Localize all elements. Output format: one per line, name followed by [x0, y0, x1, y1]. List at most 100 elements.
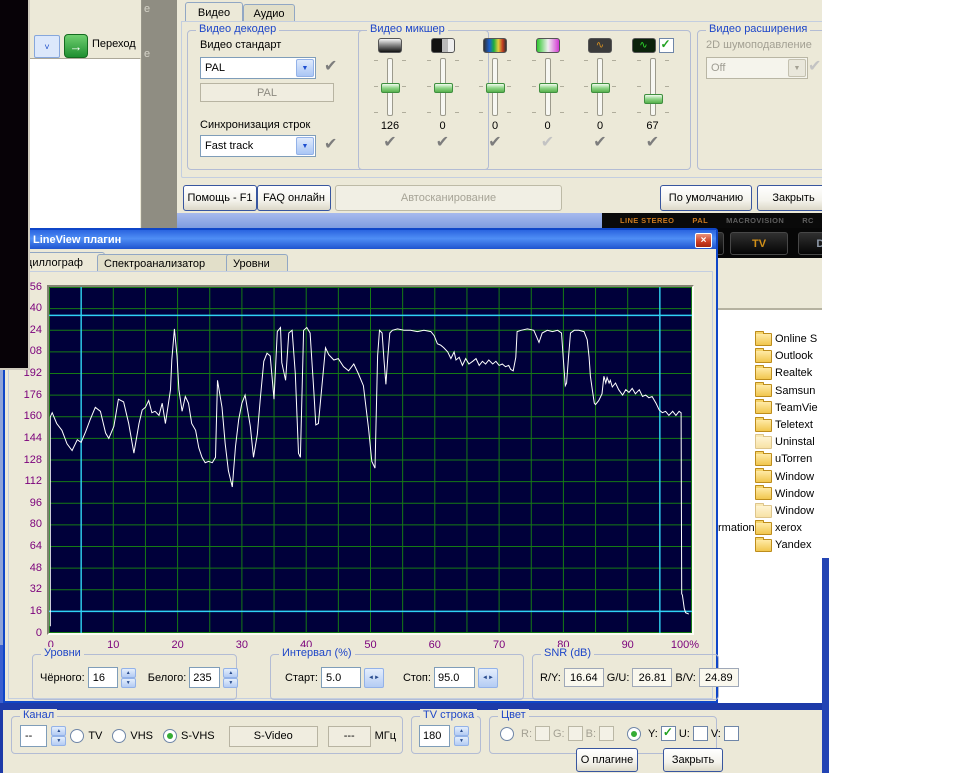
radio-vhs[interactable]: [112, 729, 126, 743]
slider-thumb[interactable]: [381, 83, 400, 93]
defaults-button[interactable]: По умолчанию: [660, 185, 752, 211]
snr-group: SNR (dB) R/Y:16.64G/U:26.81B/V:24.89: [532, 654, 719, 700]
folder-item[interactable]: Outlook: [718, 348, 822, 364]
folder-item[interactable]: rmationxerox: [718, 520, 822, 536]
white-level-field[interactable]: 235: [189, 667, 220, 688]
input-source-field: S-Video: [229, 726, 318, 747]
v-checkbox[interactable]: [724, 726, 739, 741]
noise-reduction-select[interactable]: Off ▼: [706, 57, 808, 79]
panel-close-button[interactable]: Закрыть: [663, 748, 723, 772]
radio-tv[interactable]: [70, 729, 84, 743]
folder-item[interactable]: Window: [718, 469, 822, 485]
interval-start-field[interactable]: 5.0: [321, 667, 361, 688]
slider-thumb[interactable]: [539, 83, 558, 93]
folder-item[interactable]: Teletext: [718, 417, 822, 433]
tv-line-stepper[interactable]: ▲▼: [454, 726, 469, 746]
folder-item[interactable]: Realtek: [718, 365, 822, 381]
radio-svhs[interactable]: [163, 729, 177, 743]
channel-preset-field[interactable]: --: [20, 725, 47, 747]
apply-check-icon: ✔: [324, 59, 337, 75]
mixer-slider[interactable]: [582, 56, 618, 118]
radio-rgb[interactable]: [500, 727, 514, 741]
go-button-label[interactable]: Переход: [92, 38, 136, 50]
folder-item[interactable]: uTorren: [718, 451, 822, 467]
black-level-stepper[interactable]: ▲▼: [121, 668, 136, 688]
y-checkbox[interactable]: [661, 726, 676, 741]
interval-stop-field[interactable]: 95.0: [434, 667, 475, 688]
lineview-titlebar[interactable]: LineView плагин: [5, 230, 716, 249]
video-standard-label: Видео стандарт: [200, 39, 281, 51]
mixer-slider-column: ∿67✔: [630, 31, 676, 169]
chevron-down-icon[interactable]: ˅: [34, 35, 60, 58]
interval-start-stepper[interactable]: ◄►: [364, 668, 384, 688]
slider-thumb[interactable]: [591, 83, 610, 93]
mixer-slider[interactable]: [477, 56, 513, 118]
folder-icon: [755, 453, 772, 466]
channel-preset-stepper[interactable]: ▲▼: [51, 726, 66, 746]
close-icon[interactable]: ×: [695, 233, 712, 248]
tab-audio-label: Аудио: [253, 8, 284, 20]
tab-levels-label: Уровни: [233, 258, 270, 270]
black-level-field[interactable]: 16: [88, 667, 118, 688]
folder-item[interactable]: Yandex: [718, 537, 822, 553]
tab-video[interactable]: Видео: [185, 2, 243, 22]
folder-icon: [755, 384, 772, 397]
r-checkbox: [535, 726, 550, 741]
tab-levels[interactable]: Уровни: [226, 254, 288, 272]
tab-spectrum-analyzer[interactable]: Спектроанализатор: [97, 254, 238, 272]
chevron-down-icon[interactable]: ▼: [296, 137, 314, 155]
chevron-down-icon[interactable]: ▼: [296, 59, 314, 77]
frequency-value: ---: [344, 730, 355, 742]
about-plugin-button[interactable]: О плагине: [576, 748, 638, 772]
apply-check-icon: ✔: [808, 59, 821, 75]
snr-label: R/Y:: [540, 672, 561, 684]
channel-preset-value: --: [25, 730, 32, 742]
screen: LINE STEREOPALMACROVISIONRC TV DV Online…: [0, 0, 960, 773]
text-fragment: rmation: [718, 522, 754, 534]
mixer-value: 0: [439, 120, 445, 132]
x-axis-tick-labels: 0102030405060708090100%: [49, 639, 692, 653]
interval-stop-stepper[interactable]: ◄►: [478, 668, 498, 688]
folder-item[interactable]: Uninstal: [718, 434, 822, 450]
faq-button[interactable]: FAQ онлайн: [257, 185, 331, 211]
x-tick-label: 100%: [671, 639, 699, 651]
interval-start-value: 5.0: [326, 672, 341, 684]
line-sync-select[interactable]: Fast track ▼: [200, 135, 316, 157]
slider-thumb[interactable]: [434, 83, 453, 93]
u-checkbox[interactable]: [693, 726, 708, 741]
dialog-close-button[interactable]: Закрыть: [757, 185, 830, 211]
video-standard-select[interactable]: PAL ▼: [200, 57, 316, 79]
folder-icon: [755, 436, 772, 449]
folder-icon: [755, 470, 772, 483]
radio-yuv[interactable]: [627, 727, 641, 741]
radio-vhs-label: VHS: [130, 730, 153, 742]
folder-name: Yandex: [775, 539, 812, 551]
go-arrow-icon[interactable]: →: [64, 34, 88, 58]
folder-item[interactable]: Window: [718, 503, 822, 519]
tab-spectrum-analyzer-label: Спектроанализатор: [104, 258, 205, 270]
folder-item[interactable]: TeamVie: [718, 400, 822, 416]
tv-line-field[interactable]: 180: [419, 725, 450, 747]
line-sync-value: Fast track: [205, 140, 253, 152]
y-tick-label: 32: [7, 583, 42, 595]
mixer-enable-checkbox[interactable]: [659, 38, 674, 53]
slider-thumb[interactable]: [644, 94, 663, 104]
mixer-slider[interactable]: [425, 56, 461, 118]
white-level-stepper[interactable]: ▲▼: [223, 668, 238, 688]
folder-icon: [755, 401, 772, 414]
mixer-slider[interactable]: [372, 56, 408, 118]
folder-item[interactable]: Online S: [718, 331, 822, 347]
autoscan-button-label: Автосканирование: [401, 192, 496, 204]
tab-audio[interactable]: Аудио: [243, 4, 295, 22]
mixer-slider[interactable]: [635, 56, 671, 118]
tv-mode-button[interactable]: TV: [730, 232, 788, 255]
help-button[interactable]: Помощь - F1: [183, 185, 257, 211]
snr-caption: SNR (dB): [541, 647, 594, 659]
slider-thumb[interactable]: [486, 83, 505, 93]
mixer-value: 0: [492, 120, 498, 132]
mixer-slider-column: ∿0✔: [577, 31, 623, 169]
white-level-value: 235: [193, 672, 211, 684]
folder-item[interactable]: Samsun: [718, 383, 822, 399]
mixer-slider[interactable]: [530, 56, 566, 118]
folder-item[interactable]: Window: [718, 486, 822, 502]
